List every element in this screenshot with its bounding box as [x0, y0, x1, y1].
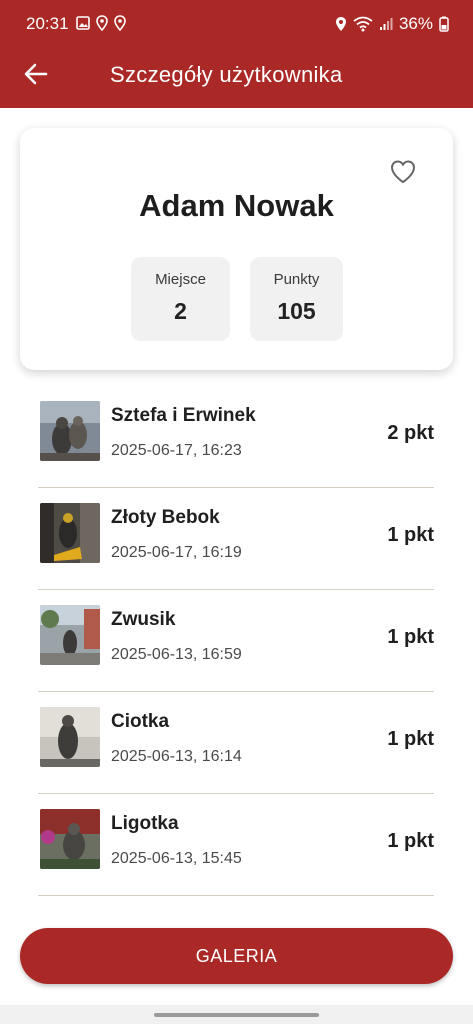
status-bar: 20:31 36%: [0, 0, 473, 48]
gallery-button[interactable]: GALERIA: [20, 928, 453, 984]
location-icon: [335, 17, 346, 31]
heart-outline-icon[interactable]: [389, 158, 417, 186]
header: 20:31 36% Szczegóły użytkownika: [0, 0, 473, 108]
signal-icon: [379, 18, 393, 30]
list-item[interactable]: Zwusik 2025-06-13, 16:59 1 pkt: [38, 590, 434, 692]
entry-thumbnail: [40, 707, 100, 767]
entry-points: 1 pkt: [387, 626, 434, 648]
entry-name: Zwusik: [111, 609, 176, 630]
rank-label: Miejsce: [155, 271, 206, 288]
points-stat: Punkty 105: [250, 257, 343, 341]
entry-points: 1 pkt: [387, 830, 434, 852]
entry-date: 2025-06-13, 16:59: [111, 646, 242, 663]
app-bar: Szczegóły użytkownika: [0, 48, 473, 108]
list-item[interactable]: Ciotka 2025-06-13, 16:14 1 pkt: [38, 692, 434, 794]
list-item[interactable]: Złoty Bebok 2025-06-17, 16:19 1 pkt: [38, 488, 434, 590]
entry-date: 2025-06-17, 16:19: [111, 544, 242, 561]
battery-icon: [439, 16, 449, 32]
wifi-icon: [353, 16, 373, 32]
entry-name: Ciotka: [111, 711, 170, 732]
profile-card: Adam Nowak Miejsce 2 Punkty 105: [20, 128, 453, 370]
list-item[interactable]: Ligotka 2025-06-13, 15:45 1 pkt: [38, 794, 434, 896]
entry-thumbnail: [40, 809, 100, 869]
arrow-left-icon[interactable]: [20, 58, 52, 90]
battery-text: 36%: [398, 14, 433, 33]
entry-points: 2 pkt: [387, 422, 434, 444]
entry-name: Ligotka: [111, 813, 179, 834]
home-gesture-handle[interactable]: [154, 1013, 319, 1017]
list-item[interactable]: Sztefa i Erwinek 2025-06-17, 16:23 2 pkt: [38, 386, 434, 488]
entry-points: 1 pkt: [387, 728, 434, 750]
entry-name: Sztefa i Erwinek: [111, 405, 256, 426]
location-pin-icon: [114, 15, 126, 31]
entry-date: 2025-06-13, 16:14: [111, 748, 242, 765]
status-time: 20:31: [26, 14, 69, 33]
points-value: 105: [277, 298, 316, 324]
entry-thumbnail: [40, 605, 100, 665]
entry-date: 2025-06-17, 16:23: [111, 442, 242, 459]
entry-thumbnail: [40, 503, 100, 563]
entry-points: 1 pkt: [387, 524, 434, 546]
entry-date: 2025-06-13, 15:45: [111, 850, 242, 867]
rank-value: 2: [174, 298, 187, 324]
entry-thumbnail: [40, 401, 100, 461]
image-icon: [76, 16, 90, 30]
points-label: Punkty: [273, 271, 320, 288]
entries-list: Sztefa i Erwinek 2025-06-17, 16:23 2 pkt…: [38, 386, 434, 896]
entry-name: Złoty Bebok: [111, 507, 220, 528]
location-pin-icon: [96, 15, 108, 31]
rank-stat: Miejsce 2: [131, 257, 230, 341]
page-title: Szczegóły użytkownika: [110, 62, 343, 87]
user-name: Adam Nowak: [139, 188, 334, 223]
